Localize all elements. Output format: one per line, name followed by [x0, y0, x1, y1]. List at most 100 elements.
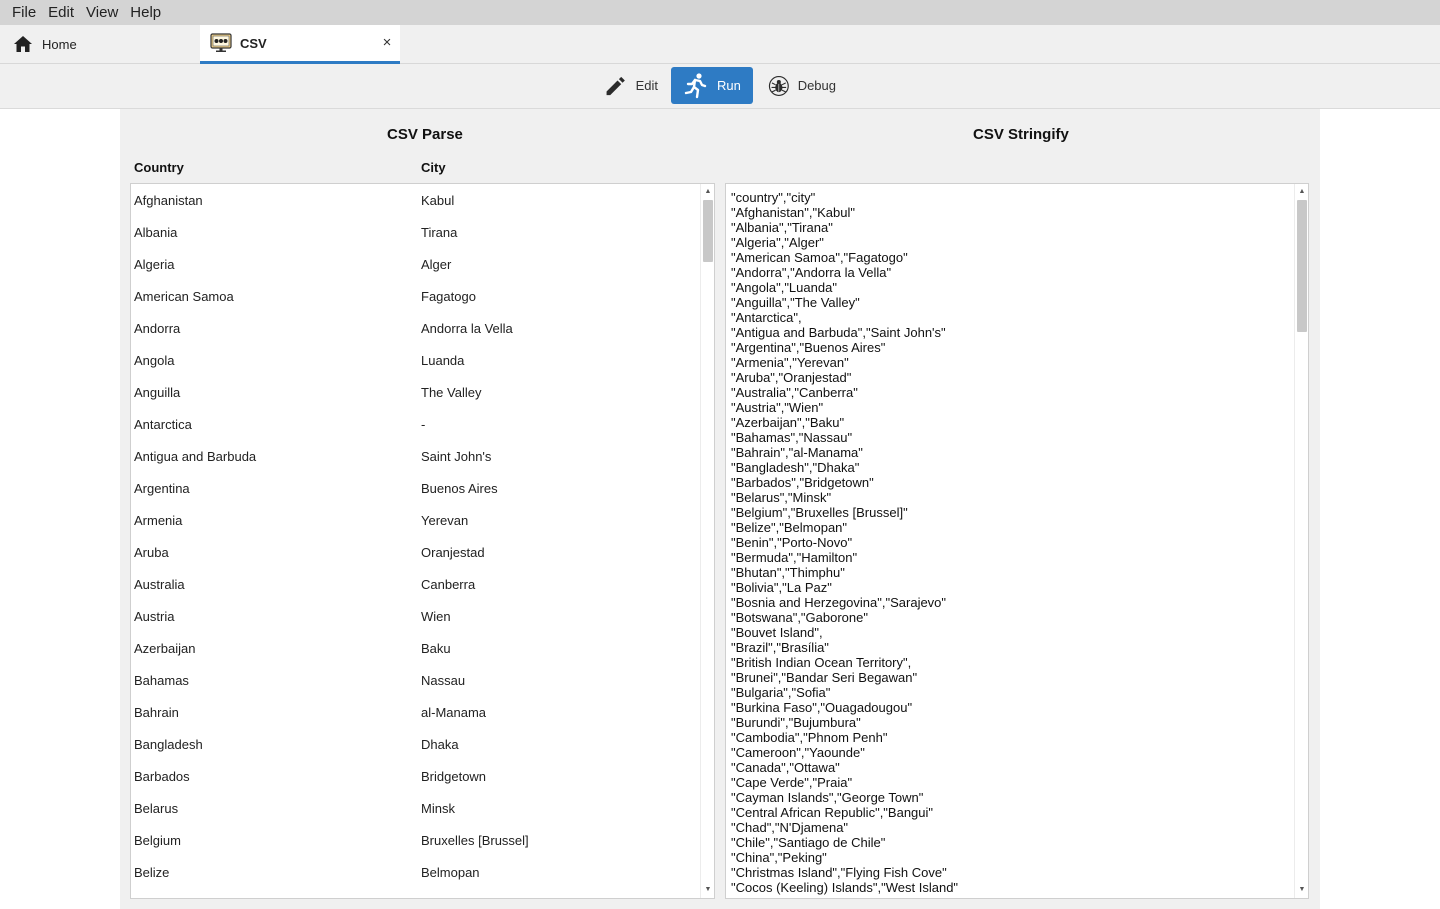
- csv-parse-table[interactable]: Afghanistan Kabul Albania Tirana Algeria Alge…: [130, 183, 715, 899]
- csv-line: "Aruba","Oranjestad": [731, 370, 852, 385]
- table-row[interactable]: Andorra Andorra la Vella: [131, 312, 699, 344]
- table-row[interactable]: Argentina Buenos Aires: [131, 472, 699, 504]
- cell-city: Kabul: [421, 193, 455, 208]
- tab-home[interactable]: Home: [0, 25, 200, 63]
- csv-line: "Cayman Islands","George Town": [731, 790, 924, 805]
- cell-country: Andorra: [134, 321, 181, 336]
- csv-line: "Cocos (Keeling) Islands","West Island": [731, 880, 959, 895]
- cell-country: Anguilla: [134, 385, 181, 400]
- csv-line: "Armenia","Yerevan": [731, 355, 849, 370]
- cell-city: Bridgetown: [421, 769, 487, 784]
- table-row[interactable]: Australia Canberra: [131, 568, 699, 600]
- csv-line: "Bosnia and Herzegovina","Sarajevo": [731, 595, 947, 610]
- scroll-up-icon[interactable]: ▲: [701, 186, 714, 198]
- cell-city: Fagatogo: [421, 289, 476, 304]
- pencil-icon: [606, 76, 625, 95]
- table-row[interactable]: American Samoa Fagatogo: [131, 280, 699, 312]
- csv-line: "Bangladesh","Dhaka": [731, 460, 860, 475]
- cell-city: al-Manama: [421, 705, 487, 720]
- toolbar: Edit Run Debug: [0, 64, 1440, 109]
- cell-country: Armenia: [134, 513, 183, 528]
- csv-line: "Australia","Canberra": [731, 385, 858, 400]
- table-row[interactable]: Antarctica -: [131, 408, 699, 440]
- cell-country: Bahamas: [134, 673, 189, 688]
- cell-city: Oranjestad: [421, 545, 485, 560]
- menu-file[interactable]: File: [6, 0, 42, 25]
- textarea-scrollbar[interactable]: ▲ ▼: [1294, 184, 1308, 898]
- scroll-down-icon[interactable]: ▼: [701, 884, 714, 896]
- debug-button[interactable]: Debug: [762, 67, 844, 104]
- tab-csv[interactable]: CSV ×: [200, 25, 400, 64]
- cell-city: Baku: [421, 641, 451, 656]
- cell-country: Afghanistan: [134, 193, 203, 208]
- cell-city: Tirana: [421, 225, 458, 240]
- csv-line: "Azerbaijan","Baku": [731, 415, 845, 430]
- csv-stringify-title: CSV Stringify: [973, 126, 1069, 143]
- csv-line: "Benin","Porto-Novo": [731, 535, 853, 550]
- table-scroll-thumb[interactable]: [703, 200, 713, 262]
- table-row[interactable]: Austria Wien: [131, 600, 699, 632]
- cell-city: -: [421, 417, 426, 432]
- table-row[interactable]: Belgium Bruxelles [Brussel]: [131, 824, 699, 856]
- table-row[interactable]: Barbados Bridgetown: [131, 760, 699, 792]
- table-row[interactable]: Afghanistan Kabul: [131, 184, 699, 216]
- table-row[interactable]: Bahamas Nassau: [131, 664, 699, 696]
- textarea-scroll-thumb[interactable]: [1297, 200, 1307, 332]
- cell-country: Antarctica: [134, 417, 192, 432]
- table-row[interactable]: Azerbaijan Baku: [131, 632, 699, 664]
- table-row[interactable]: Aruba Oranjestad: [131, 536, 699, 568]
- table-row[interactable]: Angola Luanda: [131, 344, 699, 376]
- cell-city: Minsk: [421, 801, 455, 816]
- csv-line: "British Indian Ocean Territory",: [731, 655, 912, 670]
- menu-bar: File Edit View Help: [0, 0, 1440, 25]
- csv-line: "Bahamas","Nassau": [731, 430, 853, 445]
- cell-country: Belarus: [134, 801, 179, 816]
- table-row[interactable]: Armenia Yerevan: [131, 504, 699, 536]
- column-header-country[interactable]: Country: [134, 160, 184, 175]
- menu-help[interactable]: Help: [124, 0, 167, 25]
- cell-city: Yerevan: [421, 513, 469, 528]
- table-scrollbar[interactable]: ▲ ▼: [700, 184, 714, 898]
- csv-output-lines: "country","city" "Afghanistan","Kabul" "Al…: [731, 190, 1291, 895]
- csv-line: "Andorra","Andorra la Vella": [731, 265, 892, 280]
- cell-country: Australia: [134, 577, 185, 592]
- cell-country: Angola: [134, 353, 175, 368]
- csv-line: "Albania","Tirana": [731, 220, 833, 235]
- table-row[interactable]: Belarus Minsk: [131, 792, 699, 824]
- menu-edit[interactable]: Edit: [42, 0, 80, 25]
- scroll-down-icon[interactable]: ▼: [1295, 884, 1308, 896]
- csv-stringify-textarea[interactable]: "country","city" "Afghanistan","Kabul" "Al…: [725, 183, 1309, 899]
- tab-bar: Home CSV ×: [0, 25, 1440, 64]
- table-row[interactable]: Bangladesh Dhaka: [131, 728, 699, 760]
- cell-city: Wien: [421, 609, 451, 624]
- column-header-city[interactable]: City: [421, 160, 446, 175]
- csv-line: "Burkina Faso","Ouagadougou": [731, 700, 913, 715]
- table-row[interactable]: Algeria Alger: [131, 248, 699, 280]
- cell-country: Belize: [134, 865, 170, 880]
- csv-line: "China","Peking": [731, 850, 827, 865]
- csv-line: "Austria","Wien": [731, 400, 824, 415]
- cell-country: Antigua and Barbuda: [134, 449, 257, 464]
- run-button[interactable]: Run: [671, 67, 753, 104]
- csv-line: "Cameroon","Yaounde": [731, 745, 865, 760]
- csv-line: "Angola","Luanda": [731, 280, 837, 295]
- cell-city: Belmopan: [421, 865, 480, 880]
- csv-line: "Botswana","Gaborone": [731, 610, 868, 625]
- table-row[interactable]: Albania Tirana: [131, 216, 699, 248]
- table-row[interactable]: Anguilla The Valley: [131, 376, 699, 408]
- close-icon[interactable]: ×: [380, 35, 394, 50]
- cell-city: The Valley: [421, 385, 482, 400]
- table-row[interactable]: Belize Belmopan: [131, 856, 699, 888]
- csv-line: "Cape Verde","Praia": [731, 775, 853, 790]
- csv-line: "Christmas Island","Flying Fish Cove": [731, 865, 947, 880]
- bug-icon: [768, 75, 789, 96]
- csv-line: "Belize","Belmopan": [731, 520, 848, 535]
- table-row[interactable]: Antigua and Barbuda Saint John's: [131, 440, 699, 472]
- edit-button[interactable]: Edit: [596, 67, 666, 104]
- cell-city: Canberra: [421, 577, 476, 592]
- cell-country: Bangladesh: [134, 737, 203, 752]
- menu-view[interactable]: View: [80, 0, 124, 25]
- running-person-icon: [684, 72, 707, 98]
- table-row[interactable]: Bahrain al-Manama: [131, 696, 699, 728]
- scroll-up-icon[interactable]: ▲: [1295, 186, 1308, 198]
